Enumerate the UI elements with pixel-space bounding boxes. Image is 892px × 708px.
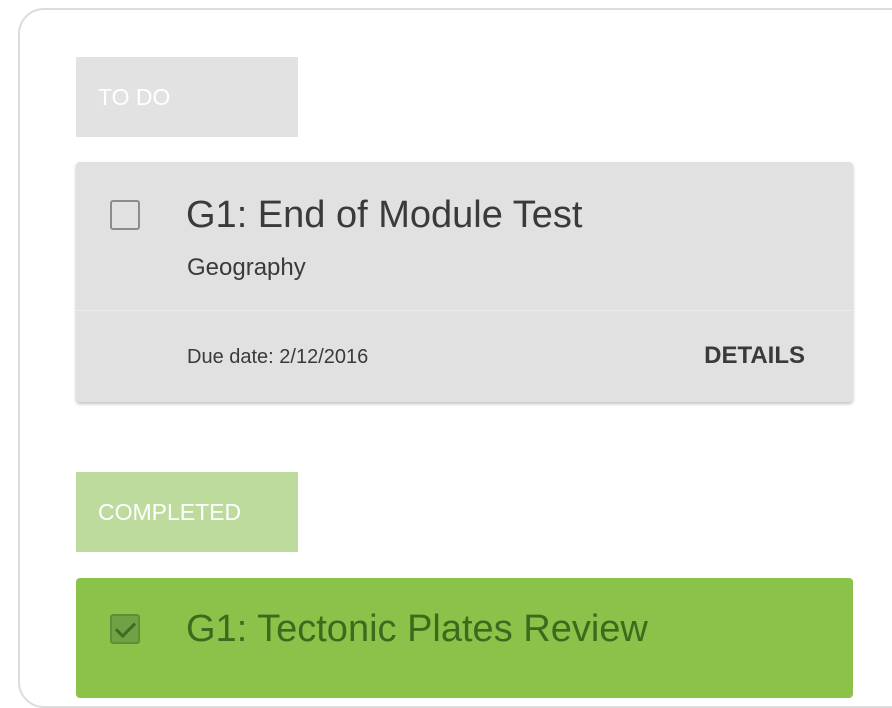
section-label-completed: COMPLETED	[76, 472, 298, 552]
unchecked-checkbox-icon[interactable]	[110, 200, 140, 230]
section-label-todo: TO DO	[76, 57, 298, 137]
section-label-completed-text: COMPLETED	[98, 498, 242, 525]
completed-task-card[interactable]: G1: Tectonic Plates Review	[76, 578, 853, 698]
details-link[interactable]: DETAILS	[704, 342, 805, 370]
task-title: G1: End of Module Test	[186, 194, 583, 236]
task-card[interactable]: G1: End of Module Test Geography Due dat…	[76, 162, 853, 402]
task-subject: Geography	[187, 254, 306, 281]
checked-checkbox-icon[interactable]	[110, 614, 140, 644]
card-divider	[76, 310, 853, 311]
section-label-todo-text: TO DO	[98, 83, 171, 110]
completed-task-title: G1: Tectonic Plates Review	[186, 608, 648, 650]
task-due-date: Due date: 2/12/2016	[187, 346, 369, 368]
